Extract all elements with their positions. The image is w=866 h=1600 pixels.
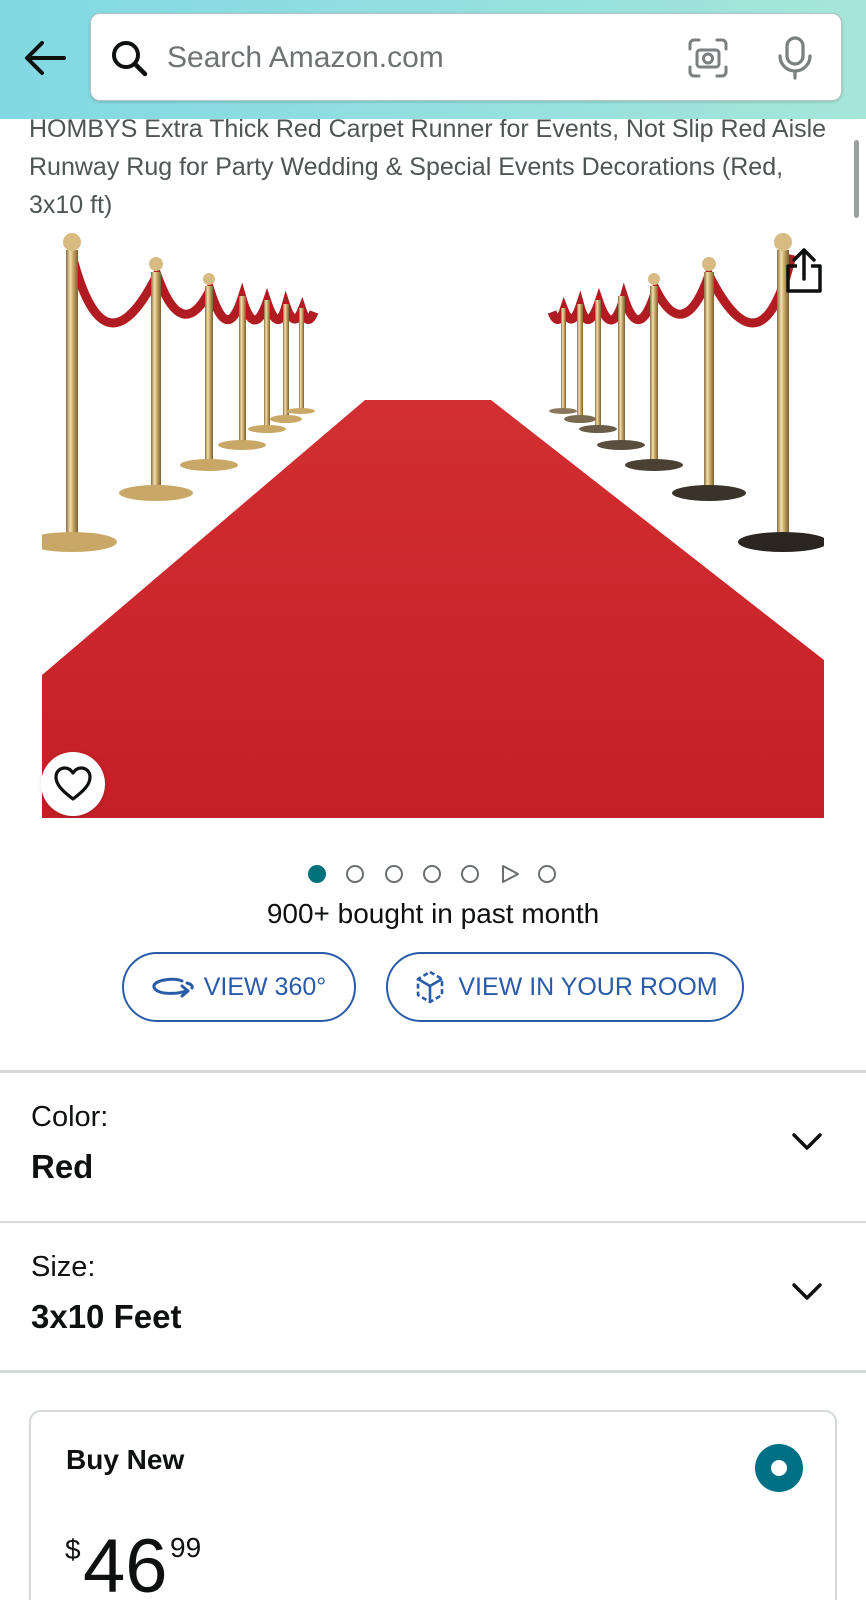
view-360-label: VIEW 360°	[203, 972, 327, 1001]
chevron-down-icon	[792, 1133, 822, 1150]
price-currency-symbol: $	[65, 1534, 81, 1565]
search-box[interactable]	[90, 13, 842, 101]
bought-count-text: 900+ bought in past month	[266, 898, 600, 929]
price-fraction: 99	[170, 1532, 202, 1563]
back-button[interactable]	[22, 38, 68, 78]
buy-new-box[interactable]: Buy New $ 46 99	[29, 1410, 837, 1600]
back-arrow-icon	[25, 41, 66, 75]
buy-new-label: Buy New	[66, 1444, 185, 1475]
carousel-dot-2[interactable]	[346, 865, 364, 883]
color-value: Red	[31, 1148, 94, 1185]
carousel-video-play-icon[interactable]	[500, 864, 520, 884]
carousel-dot-1[interactable]	[308, 865, 326, 883]
scrollbar[interactable]	[854, 140, 859, 218]
search-input[interactable]	[167, 36, 727, 80]
image-carousel-dots	[308, 862, 568, 886]
rotate-360-icon	[152, 977, 194, 998]
size-selector[interactable]: Size: 3x10 Feet	[0, 1223, 866, 1368]
carousel-dot-5[interactable]	[461, 865, 479, 883]
carousel-dot-4[interactable]	[423, 865, 441, 883]
view-360-button[interactable]: VIEW 360°	[122, 952, 356, 1022]
chevron-down-icon	[792, 1283, 822, 1300]
carousel-dot-3[interactable]	[385, 865, 403, 883]
size-value: 3x10 Feet	[31, 1298, 182, 1335]
ar-cube-icon	[417, 970, 444, 1004]
price-whole: 46	[83, 1524, 168, 1600]
camera-scan-icon[interactable]	[687, 37, 729, 79]
view-in-room-button[interactable]: VIEW IN YOUR ROOM	[386, 952, 744, 1022]
red-carpet-image	[42, 233, 824, 818]
carousel-dot-7[interactable]	[538, 865, 556, 883]
heart-icon	[54, 766, 92, 801]
share-icon	[786, 248, 822, 293]
header-bar	[0, 0, 866, 119]
size-label: Size:	[31, 1251, 96, 1283]
buy-new-radio[interactable]	[755, 1444, 803, 1492]
product-image[interactable]	[42, 230, 824, 818]
view-in-room-label: VIEW IN YOUR ROOM	[458, 972, 718, 1001]
wishlist-button[interactable]	[41, 752, 105, 816]
microphone-icon[interactable]	[775, 35, 815, 81]
product-title: HOMBYS Extra Thick Red Carpet Runner for…	[29, 115, 827, 219]
search-icon	[112, 41, 148, 77]
color-selector[interactable]: Color: Red	[0, 1073, 866, 1218]
section-divider	[0, 1370, 866, 1373]
share-button[interactable]	[782, 246, 826, 296]
color-label: Color:	[31, 1101, 109, 1133]
